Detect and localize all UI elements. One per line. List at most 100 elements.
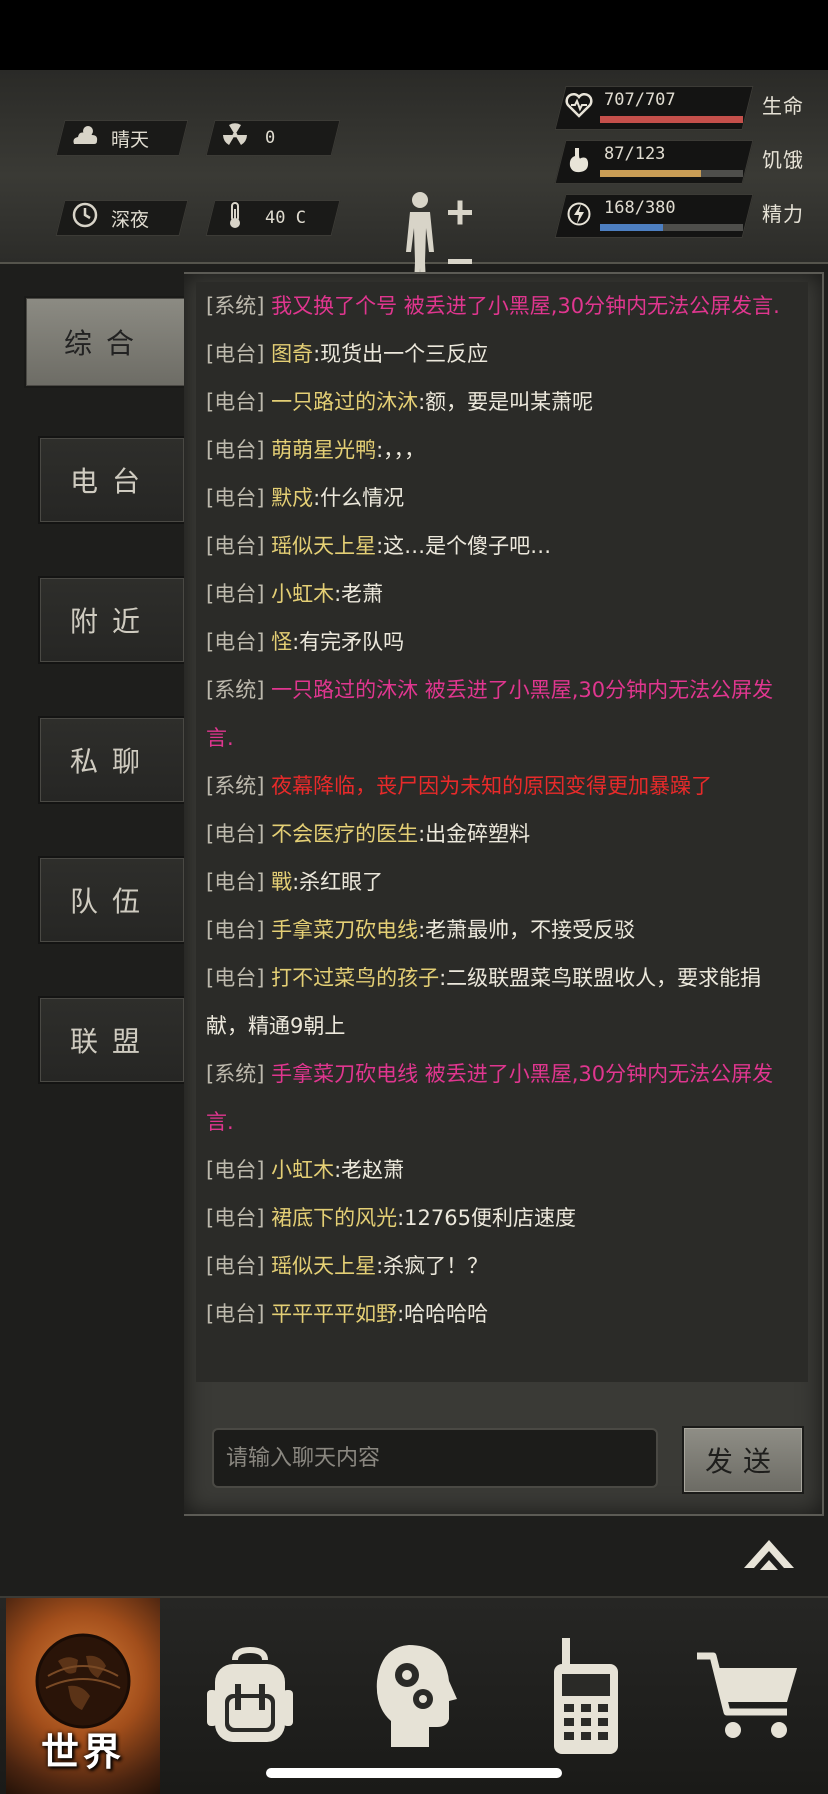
send-button-label: 发送	[704, 1445, 781, 1478]
send-button[interactable]: 发送	[682, 1426, 804, 1494]
health-label: 生命	[762, 94, 804, 118]
chat-message: [电台] 小虹木:老赵萧	[196, 1146, 808, 1194]
chat-message: [电台] 瑶似天上星:这…是个傻子吧…	[196, 522, 808, 570]
energy-value: 168/380	[604, 198, 676, 218]
nav-backpack[interactable]	[170, 1598, 330, 1794]
message-sender[interactable]: 裙底下的风光	[271, 1206, 397, 1230]
tab-alliance[interactable]: 联盟	[38, 996, 186, 1084]
chat-message: [电台] 戰:杀红眼了	[196, 858, 808, 906]
message-channel-tag: [电台]	[206, 1206, 265, 1230]
message-text: :这…是个傻子吧…	[376, 534, 552, 558]
stomach-icon	[564, 146, 594, 176]
health-bar-fill	[600, 116, 743, 123]
message-sender[interactable]: 怪	[271, 630, 292, 654]
nav-world[interactable]: 世界	[6, 1598, 160, 1794]
message-text: :额，要是叫某萧呢	[418, 390, 594, 414]
nav-skills[interactable]	[334, 1598, 494, 1794]
chat-message: [电台] 小虹木:老萧	[196, 570, 808, 618]
thermometer-icon	[219, 201, 251, 235]
collapse-chevron-icon[interactable]	[740, 1532, 798, 1572]
nav-radio[interactable]	[506, 1598, 666, 1794]
tab-nearby[interactable]: 附近	[38, 576, 186, 664]
message-channel-tag: [电台]	[206, 438, 265, 462]
globe-icon	[35, 1633, 131, 1729]
message-channel-tag: [电台]	[206, 534, 265, 558]
message-text: :杀疯了！？	[376, 1254, 489, 1278]
message-text: 夜幕降临，丧尸因为未知的原因变得更加暴躁了	[271, 774, 713, 798]
message-text: :杀红眼了	[292, 870, 384, 894]
message-channel-tag: [电台]	[206, 342, 265, 366]
message-sender[interactable]: 萌萌星光鸭	[271, 438, 376, 462]
tab-general[interactable]: 综合	[24, 296, 188, 388]
status-header: 晴天 0 深夜 40 C 707/707 生命 87/123 饥饿 168/38…	[0, 70, 828, 306]
status-bar-top	[0, 0, 828, 70]
weather-label: 晴天	[111, 128, 150, 151]
chat-message: [电台] 默戍:什么情况	[196, 474, 808, 522]
message-text: :老萧最帅，不接受反驳	[418, 918, 636, 942]
health-vital: 707/707 生命	[554, 86, 806, 130]
home-indicator	[266, 1768, 562, 1778]
message-text: :老萧	[334, 582, 384, 606]
walkie-talkie-icon	[554, 1638, 618, 1754]
message-channel-tag: [电台]	[206, 582, 265, 606]
nav-shop[interactable]	[668, 1598, 828, 1794]
message-text: :有完矛队吗	[292, 630, 405, 654]
message-sender[interactable]: 手拿菜刀砍电线	[271, 918, 418, 942]
radiation-value: 0	[265, 128, 276, 148]
hunger-value: 87/123	[604, 144, 666, 164]
message-channel-tag: [电台]	[206, 918, 265, 942]
chat-message: [电台] 怪:有完矛队吗	[196, 618, 808, 666]
chat-message: [系统] 手拿菜刀砍电线 被丢进了小黑屋,30分钟内无法公屏发言.	[196, 1050, 808, 1146]
heart-icon	[564, 92, 594, 122]
chat-message: [电台] 打不过菜鸟的孩子:二级联盟菜鸟联盟收人，要求能捐献，精通9朝上	[196, 954, 808, 1050]
message-text: :现货出一个三反应	[313, 342, 489, 366]
message-sender[interactable]: 不会医疗的医生	[271, 822, 418, 846]
message-sender[interactable]: 瑶似天上星	[271, 534, 376, 558]
message-sender[interactable]: 小虹木	[271, 582, 334, 606]
temperature-indicator: 40 C	[205, 200, 341, 236]
chat-message: [系统] 一只路过的沐沐 被丢进了小黑屋,30分钟内无法公屏发言.	[196, 666, 808, 762]
weather-indicator: 晴天	[55, 120, 189, 156]
brain-gears-icon	[376, 1645, 457, 1747]
backpack-icon	[207, 1646, 293, 1742]
message-sender[interactable]: 小虹木	[271, 1158, 334, 1182]
cart-icon	[697, 1652, 797, 1738]
nav-world-label: 世界	[40, 1730, 125, 1774]
energy-icon	[564, 200, 594, 230]
message-text: 一只路过的沐沐 被丢进了小黑屋,30分钟内无法公屏发言.	[206, 678, 774, 750]
message-sender[interactable]: 打不过菜鸟的孩子	[271, 966, 439, 990]
tab-team-label: 队伍	[69, 885, 154, 918]
message-sender[interactable]: 瑶似天上星	[271, 1254, 376, 1278]
message-text: :老赵萧	[334, 1158, 405, 1182]
hunger-vital: 87/123 饥饿	[554, 140, 806, 184]
chat-message: [电台] 平平平平如野:哈哈哈哈	[196, 1290, 808, 1338]
energy-label: 精力	[762, 202, 804, 226]
tab-radio[interactable]: 电台	[38, 436, 186, 524]
chat-log[interactable]: [系统] 我又换了个号 被丢进了小黑屋,30分钟内无法公屏发言. [电台] 图奇:…	[196, 282, 808, 1382]
message-sender[interactable]: 一只路过的沐沐	[271, 390, 418, 414]
message-text: :12765便利店速度	[397, 1206, 576, 1230]
message-text: :，，，	[376, 438, 426, 462]
tab-team[interactable]: 队伍	[38, 856, 186, 944]
message-channel-tag: [电台]	[206, 1254, 265, 1278]
tab-private[interactable]: 私聊	[38, 716, 186, 804]
message-sender[interactable]: 默戍	[271, 486, 313, 510]
tab-nearby-label: 附近	[69, 605, 154, 638]
message-channel-tag: [电台]	[206, 390, 265, 414]
chat-message: [电台] 不会医疗的医生:出金碎塑料	[196, 810, 808, 858]
tab-radio-label: 电台	[69, 465, 154, 498]
message-text: 手拿菜刀砍电线 被丢进了小黑屋,30分钟内无法公屏发言.	[206, 1062, 774, 1134]
message-channel-tag: [电台]	[206, 966, 265, 990]
hunger-label: 饥饿	[762, 148, 804, 172]
message-sender[interactable]: 戰	[271, 870, 292, 894]
message-sender[interactable]: 平平平平如野	[271, 1302, 397, 1326]
chat-message: [电台] 手拿菜刀砍电线:老萧最帅，不接受反驳	[196, 906, 808, 954]
bottom-nav: 世界	[0, 1596, 828, 1794]
tab-alliance-label: 联盟	[69, 1025, 154, 1058]
message-sender[interactable]: 图奇	[271, 342, 313, 366]
message-channel-tag: [电台]	[206, 870, 265, 894]
clock-icon	[69, 202, 101, 234]
chat-input[interactable]	[212, 1428, 658, 1488]
tab-private-label: 私聊	[69, 745, 154, 778]
message-text: :出金碎塑料	[418, 822, 531, 846]
